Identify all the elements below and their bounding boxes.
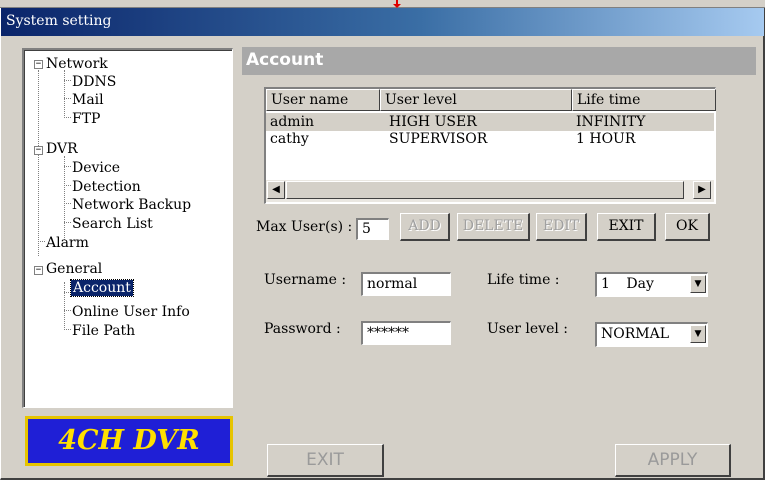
tree-connector: [64, 292, 71, 293]
delete-button[interactable]: DELETE: [457, 213, 530, 241]
tree-connector: [64, 222, 71, 223]
title-bar[interactable]: System setting: [1, 8, 764, 36]
tree-item-device[interactable]: Device: [72, 160, 120, 176]
max-users-input[interactable]: 5: [356, 218, 389, 240]
lifetime-number: 1: [601, 276, 610, 292]
apply-button[interactable]: APPLY: [615, 444, 731, 477]
table-row[interactable]: cathy SUPERVISOR 1 HOUR: [266, 130, 714, 148]
lifetime-unit: Day: [626, 276, 654, 292]
footer-exit-button[interactable]: EXIT: [267, 444, 384, 477]
cell-user-level: SUPERVISOR: [389, 131, 488, 147]
tree-item-search-list[interactable]: Search List: [72, 216, 153, 232]
username-label: Username :: [264, 272, 347, 288]
tree-item-account[interactable]: Account: [70, 279, 134, 297]
tree-connector: [64, 70, 65, 118]
collapse-network-icon[interactable]: −: [34, 60, 43, 69]
tree-connector: [64, 156, 65, 240]
dropdown-arrow-icon[interactable]: ▼: [690, 325, 706, 343]
tree-connector: [38, 241, 45, 242]
tree-connector: [64, 98, 71, 99]
column-header-life-time[interactable]: Life time: [572, 89, 716, 111]
userlevel-select[interactable]: NORMAL ▼: [595, 322, 708, 347]
tree-item-network-backup[interactable]: Network Backup: [72, 197, 191, 213]
dropdown-arrow-icon[interactable]: ▼: [690, 275, 706, 293]
top-strip: [0, 0, 765, 8]
cell-user-level: HIGH USER: [389, 114, 477, 130]
section-title: Account: [246, 50, 324, 70]
system-setting-window: System setting − − − Network DDNS Mail F…: [0, 8, 765, 480]
password-input[interactable]: ******: [361, 321, 451, 345]
tree-connector: [64, 203, 71, 204]
tree-connector: [38, 70, 39, 256]
lifetime-select[interactable]: 1 Day ▼: [595, 272, 708, 297]
collapse-dvr-icon[interactable]: −: [34, 146, 43, 155]
tree-item-general[interactable]: General: [46, 261, 102, 277]
tree-item-dvr[interactable]: DVR: [46, 141, 78, 157]
edit-button[interactable]: EDIT: [536, 213, 587, 241]
tree-connector: [64, 310, 71, 311]
tree-connector: [64, 329, 71, 330]
ok-button[interactable]: OK: [665, 213, 710, 241]
scrollbar-thumb[interactable]: [286, 181, 684, 199]
tree-item-detection[interactable]: Detection: [72, 179, 141, 195]
tree-item-network[interactable]: Network: [46, 56, 108, 72]
tree-connector: [64, 282, 65, 330]
password-label: Password :: [264, 321, 341, 337]
cell-user-name: admin: [270, 114, 315, 130]
tree-item-ddns[interactable]: DDNS: [72, 74, 116, 90]
tree-item-file-path[interactable]: File Path: [72, 323, 135, 339]
tree-item-alarm[interactable]: Alarm: [46, 235, 89, 251]
tree-item-mail[interactable]: Mail: [72, 92, 104, 108]
userlevel-label: User level :: [487, 321, 569, 337]
scroll-right-icon[interactable]: ▶: [693, 181, 711, 199]
collapse-general-icon[interactable]: −: [34, 266, 43, 275]
tree-connector: [64, 80, 71, 81]
account-header: Account: [242, 47, 756, 75]
lifetime-label: Life time :: [487, 272, 560, 288]
column-header-user-name[interactable]: User name: [266, 89, 380, 111]
username-input[interactable]: normal: [361, 272, 451, 296]
settings-tree: − − − Network DDNS Mail FTP DVR Device D…: [22, 48, 233, 408]
exit-button[interactable]: EXIT: [597, 213, 656, 241]
add-button[interactable]: ADD: [400, 213, 450, 241]
table-row[interactable]: admin HIGH USER INFINITY: [266, 113, 714, 131]
cell-life-time: 1 HOUR: [576, 131, 636, 147]
scroll-left-icon[interactable]: ◀: [267, 181, 285, 199]
tree-connector: [64, 117, 71, 118]
user-list[interactable]: User name User level Life time admin HIG…: [264, 87, 716, 204]
cell-user-name: cathy: [270, 131, 309, 147]
dvr-logo: 4CH DVR: [25, 416, 233, 466]
tree-item-online-user-info[interactable]: Online User Info: [72, 304, 190, 320]
tree-connector: [64, 166, 71, 167]
tree-item-ftp[interactable]: FTP: [72, 111, 100, 127]
window-title: System setting: [6, 13, 112, 29]
max-users-label: Max User(s) :: [256, 219, 353, 235]
column-header-user-level[interactable]: User level: [380, 89, 572, 111]
tree-connector: [64, 185, 71, 186]
userlevel-value: NORMAL: [601, 326, 670, 342]
cell-life-time: INFINITY: [576, 114, 646, 130]
horizontal-scrollbar[interactable]: ◀ ▶: [266, 180, 714, 202]
logo-text: 4CH DVR: [58, 425, 200, 456]
